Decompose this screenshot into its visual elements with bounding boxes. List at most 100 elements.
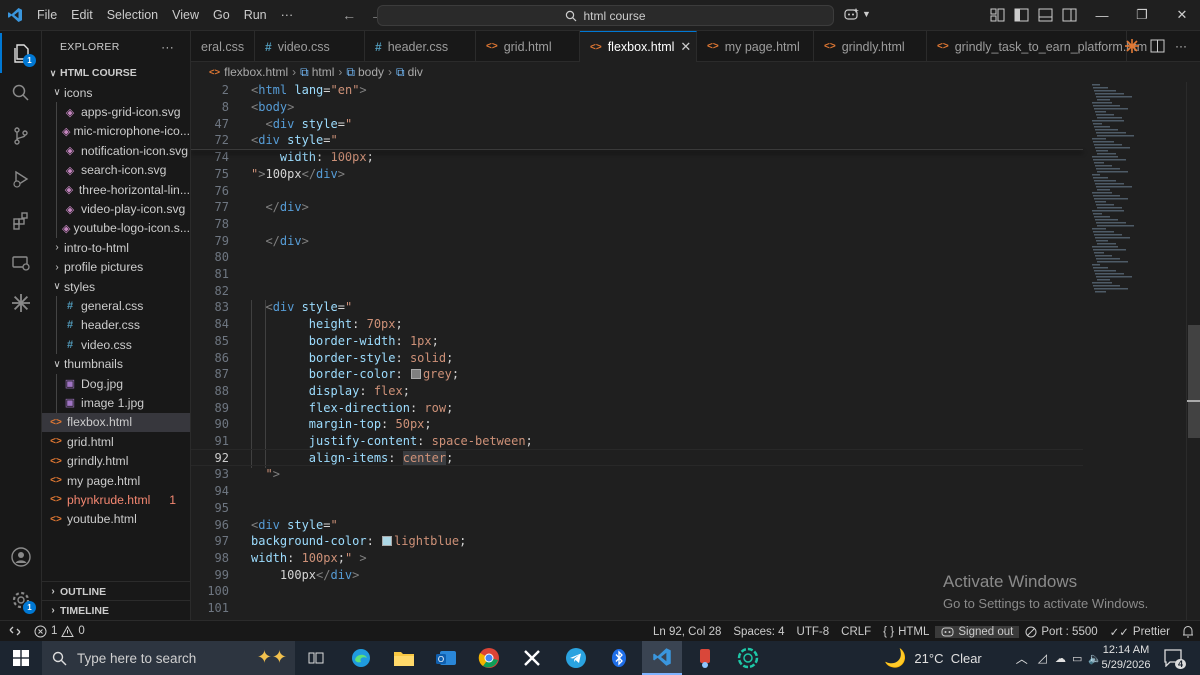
indentation[interactable]: Spaces: 4 — [727, 626, 790, 638]
file-item[interactable]: ▣ image 1.jpg — [42, 393, 190, 413]
file-item[interactable]: ◈ notification-icon.svg — [42, 141, 190, 161]
media-app[interactable] — [686, 641, 726, 675]
code-editor[interactable]: 2 <html lang="en"> 8 <body> 47 <div style=" 7… — [191, 82, 1091, 620]
file-item[interactable]: ▣ Dog.jpg — [42, 373, 190, 394]
notification-center-button[interactable]: 4 — [1160, 645, 1188, 671]
chevron-up-icon[interactable]: ︿ — [1016, 650, 1028, 667]
more-actions-icon[interactable]: ··· — [1175, 39, 1187, 53]
file-item[interactable]: # general.css — [42, 296, 190, 316]
problems-indicator[interactable]: 1 0 — [30, 624, 85, 638]
prettier-status[interactable]: ✓✓ Prettier — [1104, 625, 1176, 639]
folder-item[interactable]: ∨ styles — [42, 277, 190, 296]
folder-item[interactable]: ∨ icons — [42, 83, 190, 102]
manage-activity-button[interactable]: 1 — [0, 580, 42, 620]
start-button[interactable] — [0, 641, 42, 675]
network-icon[interactable]: ◿ — [1038, 651, 1047, 665]
chrome-app[interactable] — [469, 641, 509, 675]
folder-item[interactable]: › profile pictures — [42, 258, 190, 277]
menu-item[interactable]: File — [30, 0, 64, 30]
file-item[interactable]: <> grid.html — [42, 432, 190, 451]
file-explorer-app[interactable] — [384, 641, 424, 675]
file-item[interactable]: ◈ search-icon.svg — [42, 160, 190, 180]
copilot-menu[interactable]: ▼ — [844, 7, 871, 21]
taskbar-search[interactable]: Type here to search ✦✦ — [42, 641, 295, 675]
file-item[interactable]: ◈ three-horizontal-lin... — [42, 179, 190, 200]
moon-weather-icon[interactable]: 🌙 — [884, 648, 906, 669]
search-activity-button[interactable] — [0, 73, 42, 113]
file-item[interactable]: <> flexbox.html — [42, 412, 190, 433]
restore-icon[interactable]: ❐ — [1122, 0, 1162, 30]
editor-tab[interactable]: eral.css — [191, 31, 255, 62]
breadcrumb-body[interactable]: body — [358, 65, 384, 79]
menu-item[interactable]: Run — [237, 0, 274, 30]
breadcrumb-div[interactable]: div — [408, 65, 423, 79]
encoding[interactable]: UTF-8 — [791, 626, 836, 638]
extensions-activity-button[interactable] — [0, 201, 42, 241]
file-item[interactable]: ◈ video-play-icon.svg — [42, 199, 190, 219]
editor-tab[interactable]: <> grindly_task_to_earn_platform.htm — [927, 31, 1147, 62]
more-actions-button[interactable]: ··· — [161, 40, 174, 54]
file-item[interactable]: # video.css — [42, 335, 190, 355]
toggle-primary-sidebar-icon[interactable] — [1014, 8, 1029, 22]
file-item[interactable]: <> grindly.html — [42, 451, 190, 470]
source-control-activity-button[interactable] — [0, 116, 42, 156]
minimap[interactable] — [1090, 82, 1186, 620]
outline-section[interactable]: › OUTLINE — [42, 581, 190, 601]
customize-layout-icon[interactable] — [990, 8, 1005, 22]
menu-item[interactable]: View — [165, 0, 206, 30]
telegram-app[interactable] — [556, 641, 596, 675]
toggle-secondary-sidebar-icon[interactable] — [1062, 8, 1077, 22]
folder-item[interactable]: ∨ thumbnails — [42, 354, 190, 373]
file-item[interactable]: # header.css — [42, 315, 190, 336]
close-tab-icon[interactable]: ✕ — [680, 39, 691, 55]
menu-item[interactable]: Selection — [100, 0, 165, 30]
onedrive-icon[interactable]: ☁ — [1055, 652, 1066, 665]
outlook-app[interactable]: O — [426, 641, 466, 675]
editor-tab[interactable]: # video.css — [255, 31, 365, 62]
split-editor-icon[interactable] — [1150, 39, 1165, 53]
editor-tab[interactable]: <> grid.html — [476, 31, 580, 62]
vertical-scrollbar[interactable] — [1186, 82, 1200, 620]
file-item[interactable]: <> my page.html — [42, 471, 190, 490]
language-mode[interactable]: { } HTML — [877, 626, 935, 638]
editor-tab[interactable]: <> my page.html — [697, 31, 814, 62]
menu-item[interactable]: Go — [206, 0, 237, 30]
explorer-activity-button[interactable]: 1 — [0, 33, 42, 73]
file-item[interactable]: <> youtube.html — [42, 510, 190, 529]
task-view-button[interactable] — [296, 641, 336, 675]
accounts-activity-button[interactable] — [0, 537, 42, 577]
timeline-section[interactable]: › TIMELINE — [42, 600, 190, 620]
menu-item[interactable]: Edit — [64, 0, 100, 30]
command-center-search[interactable]: html course — [377, 5, 834, 26]
file-item[interactable]: <> phynkrude.html 1 — [42, 490, 190, 509]
x-app[interactable] — [512, 641, 552, 675]
file-item[interactable]: ◈ apps-grid-icon.svg — [42, 102, 190, 122]
account-status[interactable]: Signed out — [935, 625, 1020, 638]
end-of-line[interactable]: CRLF — [835, 626, 877, 638]
battery-icon[interactable]: ▭ — [1072, 652, 1082, 665]
remote-explorer-activity-button[interactable] — [0, 243, 42, 283]
file-item[interactable]: ◈ youtube-logo-icon.s... — [42, 218, 190, 239]
cursor-position[interactable]: Ln 92, Col 28 — [647, 626, 727, 638]
breadcrumb-html[interactable]: html — [312, 65, 335, 79]
copilot-activity-button[interactable] — [0, 283, 42, 323]
run-debug-activity-button[interactable] — [0, 159, 42, 199]
breadcrumb-file[interactable]: flexbox.html — [224, 65, 288, 79]
weather-text[interactable]: 21°C Clear — [914, 651, 981, 666]
folder-item[interactable]: › intro-to-html — [42, 238, 190, 257]
close-window-icon[interactable]: ✕ — [1162, 0, 1200, 30]
back-arrow-icon[interactable]: ← — [342, 7, 356, 23]
file-item[interactable]: ◈ mic-microphone-ico... — [42, 121, 190, 142]
scroll-thumb[interactable] — [1188, 325, 1200, 438]
editor-tab[interactable]: # header.css — [365, 31, 476, 62]
color-swatch[interactable] — [382, 536, 393, 547]
toggle-panel-icon[interactable] — [1038, 8, 1053, 22]
remote-indicator[interactable] — [0, 621, 30, 642]
workspace-folder[interactable]: ∨ HTML COURSE — [42, 63, 190, 83]
taskbar-clock[interactable]: 12:14 AM 5/29/2026 — [1098, 643, 1154, 673]
edge-app[interactable] — [341, 641, 381, 675]
minimize-icon[interactable]: — — [1082, 0, 1122, 30]
copilot-asterisk-icon[interactable] — [1124, 38, 1140, 54]
menu-item[interactable]: ··· — [274, 0, 301, 30]
bluetooth-app[interactable] — [599, 641, 639, 675]
